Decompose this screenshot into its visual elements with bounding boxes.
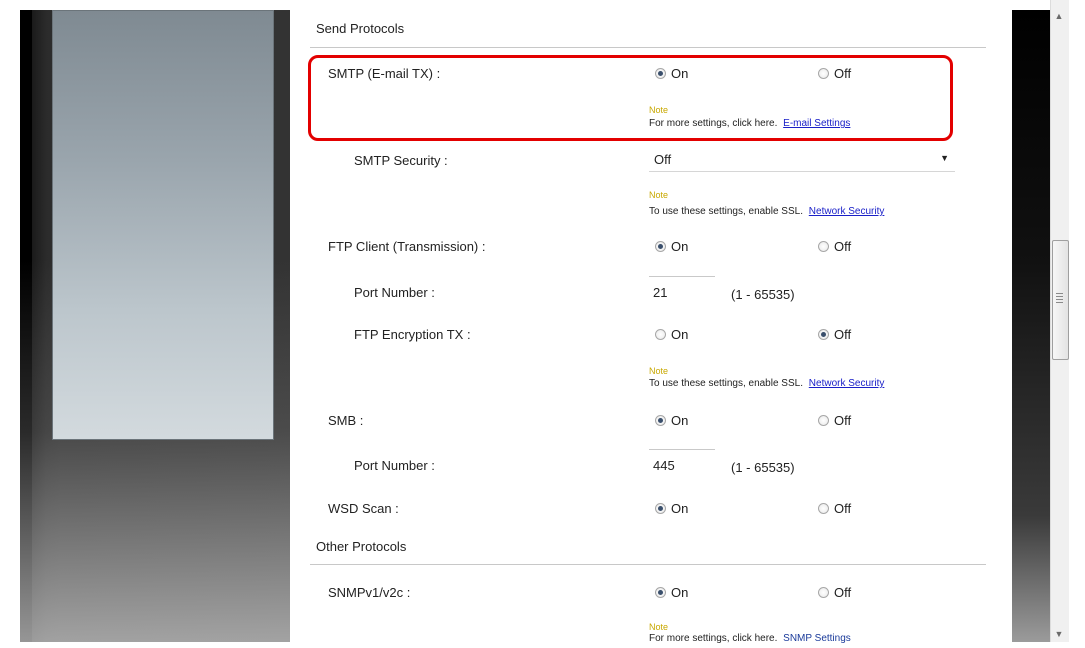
ftp-port-range: (1 - 65535) — [731, 287, 795, 302]
wsd-scan-label: WSD Scan : — [328, 501, 399, 516]
scroll-up-icon[interactable]: ▲ — [1053, 10, 1065, 22]
snmp-settings-link[interactable]: SNMP Settings — [783, 633, 851, 644]
smb-off-option[interactable]: Off — [818, 413, 851, 428]
smb-off-radio[interactable] — [818, 415, 829, 426]
smtp-security-note-text: To use these settings, enable SSL. — [649, 206, 803, 217]
other-protocols-title: Other Protocols — [316, 539, 407, 554]
smb-on-radio[interactable] — [655, 415, 666, 426]
wsd-scan-off-radio[interactable] — [818, 503, 829, 514]
ftp-encryption-label: FTP Encryption TX : — [354, 327, 471, 342]
ftp-encryption-note: To use these settings, enable SSL. Netwo… — [649, 378, 884, 389]
smb-port-input[interactable]: 445 — [649, 449, 715, 473]
network-security-link[interactable]: Network Security — [809, 206, 885, 217]
ftp-client-on-option[interactable]: On — [655, 239, 688, 254]
smb-on-label: On — [671, 413, 689, 428]
snmp-note-text: For more settings, click here. — [649, 633, 778, 644]
smtp-security-select[interactable]: Off ▼ — [649, 147, 955, 172]
chevron-down-icon: ▼ — [940, 153, 949, 163]
ftp-encryption-on-option[interactable]: On — [655, 327, 688, 342]
wsd-scan-on-radio[interactable] — [655, 503, 666, 514]
snmp-note: For more settings, click here. SNMP Sett… — [649, 633, 851, 644]
wsd-scan-off-option[interactable]: Off — [818, 501, 851, 516]
smtp-security-value: Off — [654, 152, 672, 167]
snmp-on-option[interactable]: On — [655, 585, 688, 600]
ftp-encryption-off-option[interactable]: Off — [818, 327, 851, 342]
smb-port-label: Port Number : — [354, 458, 435, 473]
side-panel — [52, 10, 274, 440]
snmp-on-radio[interactable] — [655, 587, 666, 598]
smtp-security-label: SMTP Security : — [354, 153, 448, 168]
smb-off-label: Off — [834, 413, 852, 428]
smtp-security-note-label: Note — [649, 190, 669, 200]
snmp-off-option[interactable]: Off — [818, 585, 851, 600]
ftp-encryption-on-radio[interactable] — [655, 329, 666, 340]
scroll-down-icon[interactable]: ▼ — [1053, 628, 1065, 640]
ftp-client-off-radio[interactable] — [818, 241, 829, 252]
window-frame-right — [1069, 0, 1085, 648]
section-divider-2 — [310, 564, 986, 565]
window-frame-bottom — [0, 642, 1085, 648]
smb-label: SMB : — [328, 413, 364, 428]
wsd-scan-off-label: Off — [834, 501, 852, 516]
section-divider — [310, 47, 986, 48]
snmp-on-label: On — [671, 585, 689, 600]
ftp-encryption-note-label: Note — [649, 366, 669, 376]
ftp-encryption-off-label: Off — [834, 327, 852, 342]
ftp-port-input[interactable]: 21 — [649, 276, 715, 300]
ftp-client-label: FTP Client (Transmission) : — [328, 239, 486, 254]
ftp-encryption-note-text: To use these settings, enable SSL. — [649, 378, 803, 389]
ftp-encryption-off-radio[interactable] — [818, 329, 829, 340]
snmp-label: SNMPv1/v2c : — [328, 585, 411, 600]
send-protocols-title: Send Protocols — [316, 21, 405, 36]
ftp-client-off-label: Off — [834, 239, 852, 254]
smtp-security-note: To use these settings, enable SSL. Netwo… — [649, 206, 884, 217]
ftp-client-on-label: On — [671, 239, 689, 254]
wsd-scan-on-label: On — [671, 501, 689, 516]
snmp-off-radio[interactable] — [818, 587, 829, 598]
wsd-scan-on-option[interactable]: On — [655, 501, 688, 516]
smb-on-option[interactable]: On — [655, 413, 688, 428]
window-frame-left — [0, 0, 20, 648]
snmp-note-label: Note — [649, 622, 669, 632]
smb-port-range: (1 - 65535) — [731, 460, 795, 475]
right-background — [1012, 10, 1050, 642]
ftp-port-label: Port Number : — [354, 285, 435, 300]
snmp-off-label: Off — [834, 585, 852, 600]
smtp-highlight-box — [308, 55, 953, 141]
ftp-encryption-on-label: On — [671, 327, 689, 342]
network-security-link-2[interactable]: Network Security — [809, 378, 885, 389]
scrollbar-grip-icon — [1056, 293, 1063, 303]
ftp-client-on-radio[interactable] — [655, 241, 666, 252]
ftp-client-off-option[interactable]: Off — [818, 239, 851, 254]
